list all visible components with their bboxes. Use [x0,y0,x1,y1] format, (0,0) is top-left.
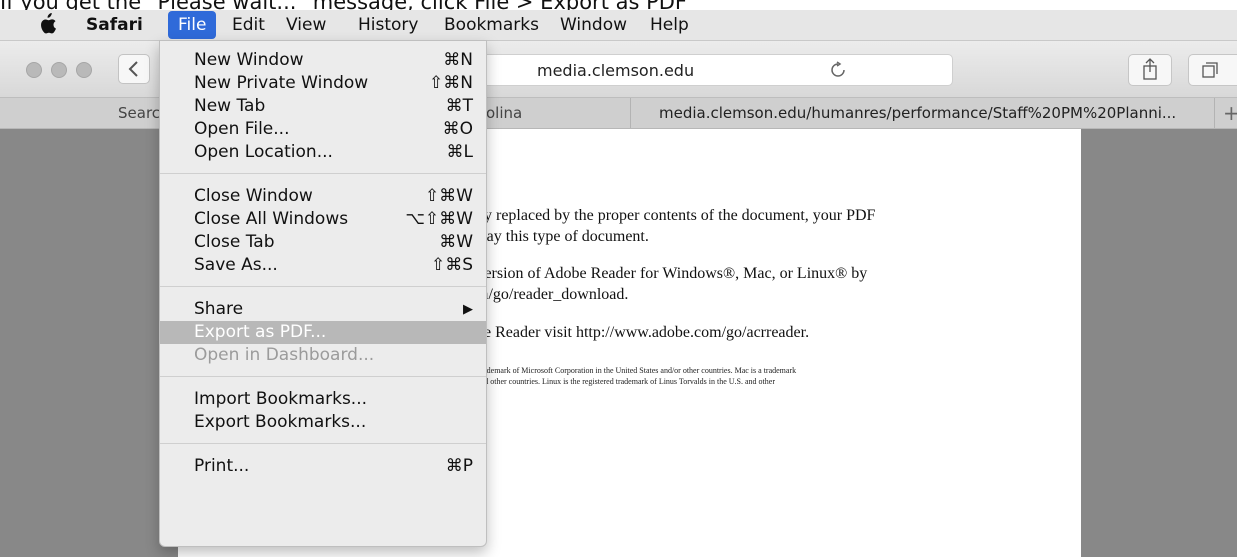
menu-bookmarks[interactable]: Bookmarks [444,10,539,40]
menu-item-label: Open Location... [194,142,333,162]
tab-search[interactable]: Searc [118,98,160,128]
share-icon [1143,58,1157,80]
menu-item-label: Open in Dashboard... [194,345,375,365]
menu-item-close-window[interactable]: Close Window ⇧⌘W [160,185,486,208]
menu-view[interactable]: View [286,10,326,40]
menu-divider [160,173,486,174]
tab-carolina[interactable]: olina [486,98,626,128]
menu-item-shortcut: ⌘L [446,142,473,162]
menu-item-export-as-pdf[interactable]: Export as PDF... [160,321,486,344]
menu-item-label: Export Bookmarks... [194,412,367,432]
zoom-window-button[interactable] [76,62,92,78]
menu-item-shortcut: ⇧⌘N [429,73,473,93]
document-text-line: splay this type of document. [468,228,649,245]
close-window-button[interactable] [26,62,42,78]
share-button[interactable] [1128,54,1172,86]
menu-help[interactable]: Help [650,10,689,40]
menu-item-label: New Tab [194,96,266,116]
menu-item-label: New Window [194,50,304,70]
menu-item-import-bookmarks[interactable]: Import Bookmarks... [160,388,486,411]
menu-history[interactable]: History [358,10,418,40]
tab-media-clemson[interactable]: media.clemson.edu/humanres/performance/S… [630,98,1210,128]
menu-item-shortcut: ⌘T [445,96,473,116]
menu-item-new-private-window[interactable]: New Private Window ⇧⌘N [160,72,486,95]
menu-item-print[interactable]: Print... ⌘P [160,455,486,478]
menu-item-shortcut: ⌥⇧⌘W [405,209,473,229]
menu-edit[interactable]: Edit [232,10,265,40]
apple-icon[interactable] [38,12,56,36]
menu-item-label: Open File... [194,119,290,139]
menu-item-label: Import Bookmarks... [194,389,368,409]
menu-item-label: Close Tab [194,232,275,252]
document-text-line: ally replaced by the proper contents of … [468,207,876,224]
menu-item-close-all-windows[interactable]: Close All Windows ⌥⇧⌘W [160,208,486,231]
menu-item-label: New Private Window [194,73,369,93]
submenu-arrow-icon: ▶ [463,302,473,317]
document-text-line: t version of Adobe Reader for Windows®, … [468,265,868,282]
menu-safari[interactable]: Safari [86,10,143,40]
menu-item-label: Close Window [194,186,313,206]
menu-divider [160,376,486,377]
document-text-line: om/go/reader_download. [468,286,629,303]
document-text-line: obe Reader visit http://www.adobe.com/go… [468,324,810,341]
menu-item-open-file[interactable]: Open File... ⌘O [160,118,486,141]
menu-item-shortcut: ⌘W [439,232,473,252]
reload-icon[interactable] [829,61,847,79]
menu-item-shortcut: ⌘P [445,456,473,476]
address-url: media.clemson.edu [537,61,695,80]
menu-divider [160,443,486,444]
menu-item-shortcut: ⇧⌘S [430,255,473,275]
menu-bar: Safari File Edit View History Bookmarks … [0,10,1237,41]
menu-item-shortcut: ⌘O [442,119,473,139]
trademark-text: es and other countries. Linux is the reg… [468,377,775,386]
menu-item-label: Share [194,299,244,319]
back-button[interactable] [118,54,150,84]
chevron-left-icon [128,61,138,77]
trademark-text: r a trademark of Microsoft Corporation i… [468,366,797,375]
menu-item-new-window[interactable]: New Window ⌘N [160,49,486,72]
menu-item-label: Close All Windows [194,209,349,229]
menu-item-label: Print... [194,456,250,476]
menu-item-shortcut: ⌘N [443,50,473,70]
menu-window[interactable]: Window [560,10,627,40]
menu-item-share[interactable]: Share ▶ [160,298,486,321]
new-tab-button[interactable]: + [1214,98,1237,128]
menu-divider [160,286,486,287]
minimize-window-button[interactable] [51,62,67,78]
menu-item-close-tab[interactable]: Close Tab ⌘W [160,231,486,254]
menu-item-save-as[interactable]: Save As... ⇧⌘S [160,254,486,277]
file-menu-dropdown: New Window ⌘N New Private Window ⇧⌘N New… [159,40,487,547]
menu-item-shortcut: ⇧⌘W [424,186,473,206]
menu-file[interactable]: File [168,11,217,39]
menu-item-new-tab[interactable]: New Tab ⌘T [160,95,486,118]
menu-item-label: Save As... [194,255,278,275]
menu-item-label: Export as PDF... [194,322,327,342]
menu-item-open-in-dashboard: Open in Dashboard... [160,344,486,367]
menu-item-open-location[interactable]: Open Location... ⌘L [160,141,486,164]
tab-overview-button[interactable] [1188,54,1237,86]
tab-overview-icon [1202,62,1218,78]
menu-item-export-bookmarks[interactable]: Export Bookmarks... [160,411,486,434]
